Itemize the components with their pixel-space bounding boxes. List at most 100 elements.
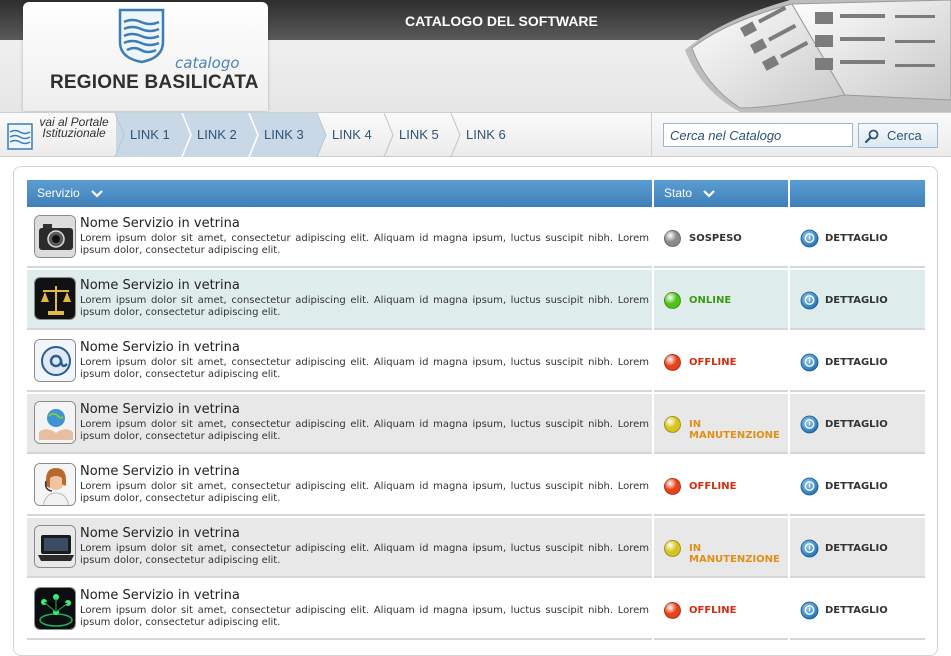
table-row: Nome Servizio in vetrina Lorem ipsum dol… [27, 456, 925, 516]
status-dot-icon [664, 292, 681, 309]
detail-label: DETTAGLIO [825, 419, 888, 430]
status-dot-icon [664, 354, 681, 371]
table-row: Nome Servizio in vetrina Lorem ipsum dol… [27, 332, 925, 392]
detail-label: DETTAGLIO [825, 233, 888, 244]
info-icon [800, 601, 819, 620]
detail-link[interactable]: DETTAGLIO [790, 456, 925, 516]
search-input[interactable] [663, 123, 853, 147]
info-icon [800, 291, 819, 310]
nav-separator-icon [248, 113, 259, 157]
nav-link-4[interactable]: LINK 4 [318, 113, 385, 157]
status-cell: SOSPESO [654, 208, 790, 268]
detail-label: DETTAGLIO [825, 295, 888, 306]
column-stato[interactable]: Stato [654, 180, 790, 207]
nav-link-6[interactable]: LINK 6 [452, 113, 519, 157]
status-label: SOSPESO [689, 233, 742, 244]
info-icon [800, 229, 819, 248]
nav-separator-icon [450, 113, 461, 157]
status-label: OFFLINE [689, 605, 737, 616]
logo[interactable]: catalogo REGIONE BASILICATA [23, 2, 268, 111]
service-cell: Nome Servizio in vetrina Lorem ipsum dol… [27, 332, 654, 392]
service-cell: Nome Servizio in vetrina Lorem ipsum dol… [27, 580, 654, 640]
info-icon [800, 477, 819, 496]
table-row: Nome Servizio in vetrina Lorem ipsum dol… [27, 208, 925, 268]
service-description: Lorem ipsum dolor sit amet, consectetur … [80, 233, 649, 256]
service-cell: Nome Servizio in vetrina Lorem ipsum dol… [27, 518, 654, 578]
status-label: IN MANUTENZIONE [689, 419, 780, 441]
service-thumbnail[interactable] [34, 277, 76, 320]
status-label: IN MANUTENZIONE [689, 543, 780, 565]
nav-separator-icon [316, 113, 327, 157]
column-dettaglio [790, 180, 925, 207]
nav-link-3[interactable]: LINK 3 [250, 113, 318, 157]
service-name[interactable]: Nome Servizio in vetrina [80, 340, 240, 355]
service-thumbnail[interactable] [34, 525, 76, 568]
status-cell: IN MANUTENZIONE [654, 394, 790, 454]
detail-label: DETTAGLIO [825, 357, 888, 368]
network-icon [35, 588, 75, 629]
nav-link-label: LINK 2 [197, 127, 237, 142]
status-cell: OFFLINE [654, 456, 790, 516]
search-button[interactable]: Cerca [858, 123, 938, 148]
info-icon [800, 353, 819, 372]
service-thumbnail[interactable] [34, 339, 76, 382]
nav-separator-icon [383, 113, 394, 157]
detail-link[interactable]: DETTAGLIO [790, 208, 925, 268]
service-name[interactable]: Nome Servizio in vetrina [80, 216, 240, 231]
operator-headset-icon [35, 464, 75, 505]
service-name[interactable]: Nome Servizio in vetrina [80, 588, 240, 603]
info-icon [800, 539, 819, 558]
service-name[interactable]: Nome Servizio in vetrina [80, 402, 240, 417]
laptop-icon [35, 526, 75, 567]
service-description: Lorem ipsum dolor sit amet, consectetur … [80, 295, 649, 318]
detail-label: DETTAGLIO [825, 481, 888, 492]
service-description: Lorem ipsum dolor sit amet, consectetur … [80, 419, 649, 442]
service-description: Lorem ipsum dolor sit amet, consectetur … [80, 605, 649, 628]
service-description: Lorem ipsum dolor sit amet, consectetur … [80, 357, 649, 380]
site-header: CATALOGO DEL SOFTWARE catalogo REGIONE B… [0, 0, 951, 112]
service-thumbnail[interactable] [34, 463, 76, 506]
column-servizio[interactable]: Servizio [27, 180, 654, 207]
detail-link[interactable]: DETTAGLIO [790, 394, 925, 454]
service-cell: Nome Servizio in vetrina Lorem ipsum dol… [27, 208, 654, 268]
status-label: ONLINE [689, 295, 732, 306]
service-name[interactable]: Nome Servizio in vetrina [80, 278, 240, 293]
table-row: Nome Servizio in vetrina Lorem ipsum dol… [27, 580, 925, 640]
chevron-down-icon [703, 190, 716, 198]
nav-link-2[interactable]: LINK 2 [183, 113, 250, 157]
service-name[interactable]: Nome Servizio in vetrina [80, 464, 240, 479]
detail-link[interactable]: DETTAGLIO [790, 518, 925, 578]
nav-link-label: LINK 6 [466, 127, 506, 142]
region-shield-icon [7, 123, 33, 150]
nav-link-5[interactable]: LINK 5 [385, 113, 452, 157]
status-label: OFFLINE [689, 481, 737, 492]
region-shield-icon [118, 8, 165, 64]
nav-link-1[interactable]: LINK 1 [116, 113, 183, 157]
column-stato-label: Stato [664, 186, 693, 200]
service-thumbnail[interactable] [34, 215, 76, 258]
status-cell: OFFLINE [654, 580, 790, 640]
status-dot-icon [664, 230, 681, 247]
service-name[interactable]: Nome Servizio in vetrina [80, 526, 240, 541]
portal-label: vai al Portale Istituzionale [39, 115, 109, 140]
nav-link-label: LINK 1 [130, 127, 170, 142]
status-dot-icon [664, 416, 681, 433]
info-icon [800, 415, 819, 434]
detail-link[interactable]: DETTAGLIO [790, 270, 925, 330]
status-dot-icon [664, 540, 681, 557]
detail-link[interactable]: DETTAGLIO [790, 332, 925, 392]
service-thumbnail[interactable] [34, 587, 76, 630]
portal-link[interactable]: vai al Portale Istituzionale [0, 113, 116, 157]
service-description: Lorem ipsum dolor sit amet, consectetur … [80, 543, 649, 566]
search-button-label: Cerca [887, 128, 922, 143]
camera-icon [35, 216, 75, 257]
globe-hands-icon [35, 402, 75, 443]
table-header: Servizio Stato [27, 180, 925, 207]
chevron-down-icon [91, 190, 103, 198]
service-thumbnail[interactable] [34, 401, 76, 444]
search-icon [865, 129, 879, 143]
service-cell: Nome Servizio in vetrina Lorem ipsum dol… [27, 456, 654, 516]
detail-link[interactable]: DETTAGLIO [790, 580, 925, 640]
search-area: Cerca [651, 113, 951, 157]
service-cell: Nome Servizio in vetrina Lorem ipsum dol… [27, 394, 654, 454]
